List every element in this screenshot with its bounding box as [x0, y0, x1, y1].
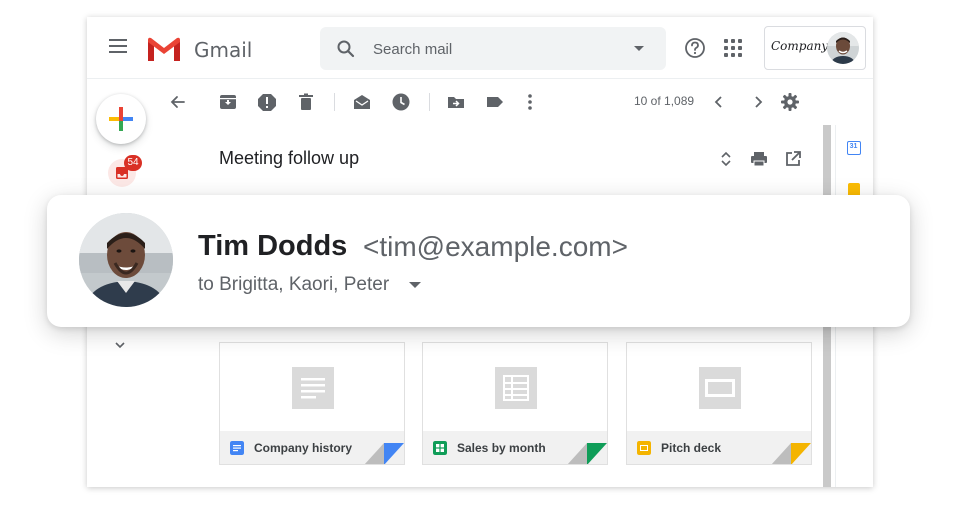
calendar-day: 31 — [849, 143, 858, 150]
open-in-new-window-icon[interactable] — [784, 150, 802, 168]
older-chevron-icon[interactable] — [747, 91, 769, 113]
attachment-preview — [627, 343, 811, 431]
report-spam-icon[interactable] — [256, 91, 278, 113]
recipients-dropdown-icon[interactable] — [409, 282, 421, 288]
message-count: 10 of 1,089 — [634, 94, 695, 108]
toolbar-divider — [429, 93, 430, 111]
attachment-footer: Company history — [220, 431, 404, 464]
newer-chevron-icon[interactable] — [708, 91, 730, 113]
compose-button[interactable] — [96, 94, 146, 144]
move-to-icon[interactable] — [445, 91, 467, 113]
calendar-icon[interactable]: 31 — [847, 141, 861, 155]
help-icon[interactable] — [684, 37, 706, 59]
search-options-caret-icon[interactable] — [634, 46, 644, 51]
page-fold-icon — [364, 443, 404, 464]
google-apps-icon[interactable] — [724, 39, 742, 57]
main-menu-button[interactable] — [109, 39, 129, 55]
search-icon[interactable] — [336, 39, 356, 59]
account-switcher[interactable]: Company — [764, 26, 866, 70]
sender-avatar[interactable] — [79, 213, 173, 307]
spreadsheet-preview-icon — [495, 367, 537, 409]
attachment-name: Sales by month — [457, 441, 546, 455]
label-icon[interactable] — [484, 91, 506, 113]
archive-icon[interactable] — [217, 91, 239, 113]
menu-bar — [109, 51, 127, 53]
expand-more-icon[interactable] — [113, 340, 127, 350]
google-sheets-icon — [433, 441, 447, 455]
mark-unread-icon[interactable] — [351, 91, 373, 113]
attachment-preview — [220, 343, 404, 431]
sender-card: Tim Dodds <tim@example.com> to Brigitta,… — [47, 195, 910, 327]
account-avatar[interactable] — [827, 32, 859, 64]
inbox-unread-badge: 54 — [124, 155, 142, 171]
search-input[interactable] — [373, 39, 613, 59]
message-subject: Meeting follow up — [219, 148, 360, 168]
back-arrow-icon[interactable] — [167, 91, 189, 113]
more-options-icon[interactable] — [519, 91, 541, 113]
company-logo: Company — [771, 39, 829, 53]
attachment-footer: Sales by month — [423, 431, 607, 464]
attachment-name: Company history — [254, 441, 353, 455]
attachment-card[interactable]: Company history — [219, 342, 405, 465]
delete-icon[interactable] — [295, 91, 317, 113]
app-name: Gmail — [194, 38, 253, 62]
attachment-card[interactable]: Pitch deck — [626, 342, 812, 465]
menu-bar — [109, 45, 127, 47]
settings-gear-icon[interactable] — [779, 91, 801, 113]
google-docs-icon — [230, 441, 244, 455]
print-icon[interactable] — [750, 150, 768, 168]
page-fold-icon — [567, 443, 607, 464]
sender-name: Tim Dodds — [198, 230, 348, 262]
attachment-card[interactable]: Sales by month — [422, 342, 608, 465]
app-header: Gmail Company — [87, 17, 873, 79]
menu-bar — [109, 39, 127, 41]
recipients-list[interactable]: to Brigitta, Kaori, Peter — [198, 274, 389, 296]
search-bar[interactable] — [320, 27, 666, 70]
compose-plus-icon — [109, 107, 133, 131]
message-toolbar: 10 of 1,089 — [147, 79, 873, 125]
expand-all-icon[interactable] — [719, 151, 733, 167]
slides-preview-icon — [699, 367, 741, 409]
attachment-preview — [423, 343, 607, 431]
toolbar-divider — [334, 93, 335, 111]
attachment-footer: Pitch deck — [627, 431, 811, 464]
sender-email: <tim@example.com> — [363, 231, 628, 262]
attachment-name: Pitch deck — [661, 441, 722, 455]
snooze-clock-icon[interactable] — [390, 91, 412, 113]
google-slides-icon — [637, 441, 651, 455]
document-preview-icon — [292, 367, 334, 409]
gmail-logo-icon[interactable] — [147, 36, 181, 62]
page-fold-icon — [771, 443, 811, 464]
